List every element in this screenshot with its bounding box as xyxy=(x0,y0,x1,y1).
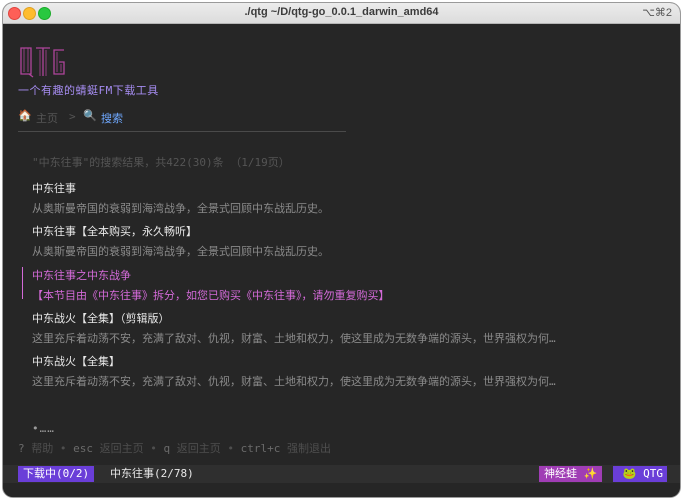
list-item[interactable]: 中东战火【全集】（剪辑版） 这里充斥着动荡不安，充满了敌对、仇视，财富、土地和权… xyxy=(32,310,662,346)
list-item-selected[interactable]: 中东往事之中东战争 【本节目由《中东往事》拆分，如您已购买《中东往事》，请勿重复… xyxy=(32,267,662,303)
app-badge: 🐸 QTG xyxy=(613,466,667,482)
help-label: 强制退出 xyxy=(287,442,331,455)
item-description: 从奥斯曼帝国的衰弱到海湾战争，全景式回顾中东战乱历史。 xyxy=(32,245,329,258)
item-title: 中东战火【全集】 xyxy=(32,355,120,368)
item-title: 中东往事之中东战争 xyxy=(32,269,131,282)
item-title: 中东往事 xyxy=(32,182,76,195)
help-separator: • xyxy=(150,442,157,455)
list-item[interactable]: 中东往事【全本购买，永久畅听】 从奥斯曼帝国的衰弱到海湾战争，全景式回顾中东战乱… xyxy=(32,223,662,259)
terminal-window: ./qtg ~/D/qtg-go_0.0.1_darwin_amd64 ⌥⌘2 … xyxy=(3,3,680,497)
status-bar: 下载中(0/2) 中东往事(2/78) 神经蛙 ✨ 🐸 QTG xyxy=(3,465,680,483)
help-key: ? xyxy=(18,442,25,455)
help-key: ctrl+c xyxy=(240,442,281,455)
item-description: 【本节目由《中东往事》拆分，如您已购买《中东往事》，请勿重复购买】 xyxy=(32,289,390,302)
help-separator: • xyxy=(59,442,67,455)
house-icon: 🏠 xyxy=(18,109,32,122)
app-name: QTG xyxy=(643,467,663,480)
pagination-dots: •…… xyxy=(32,422,55,435)
help-label: 返回主页 xyxy=(99,442,144,455)
help-bar: ? 帮助 • esc 返回主页 • q 返回主页 • ctrl+c 强制退出 xyxy=(18,440,331,456)
item-title: 中东往事【全本购买，永久畅听】 xyxy=(32,225,197,238)
help-key: esc xyxy=(73,442,93,455)
window-title: ./qtg ~/D/qtg-go_0.0.1_darwin_amd64 xyxy=(244,6,439,18)
magnifier-icon: 🔍 xyxy=(83,109,97,122)
download-status-badge[interactable]: 下载中(0/2) xyxy=(18,466,95,482)
item-description: 这里充斥着动荡不安，充满了敌对、仇视，财富、土地和权力，使这里成为无数争端的源头… xyxy=(32,332,556,345)
divider xyxy=(18,131,346,132)
terminal-content[interactable]: 一个有趣的蜻蜓FM下载工具 🏠 主页 > 🔍 搜索 "中东往事"的搜索结果，共4… xyxy=(3,24,680,497)
user-badge: 神经蛙 ✨ xyxy=(539,466,603,482)
frog-icon: 🐸 xyxy=(622,467,644,480)
tagline: 一个有趣的蜻蜓FM下载工具 xyxy=(18,84,159,97)
item-description: 这里充斥着动荡不安，充满了敌对、仇视，财富、土地和权力，使这里成为无数争端的源头… xyxy=(32,375,556,388)
breadcrumb-home[interactable]: 主页 xyxy=(36,110,58,126)
breadcrumb-search[interactable]: 搜索 xyxy=(101,110,123,126)
list-item[interactable]: 中东战火【全集】 这里充斥着动荡不安，充满了敌对、仇视，财富、土地和权力，使这里… xyxy=(32,353,662,389)
breadcrumb-separator: > xyxy=(69,110,76,123)
help-separator: • xyxy=(227,442,234,455)
selection-indicator xyxy=(22,267,23,299)
window-shortcut: ⌥⌘2 xyxy=(642,7,672,19)
current-download: 中东往事(2/78) xyxy=(110,467,194,480)
qtg-logo xyxy=(18,46,68,82)
results-summary: "中东往事"的搜索结果，共422(30)条 （1/19页） xyxy=(32,156,290,169)
title-bar: ./qtg ~/D/qtg-go_0.0.1_darwin_amd64 ⌥⌘2 xyxy=(3,3,680,24)
item-description: 从奥斯曼帝国的衰弱到海湾战争，全景式回顾中东战乱历史。 xyxy=(32,202,329,215)
help-label: 帮助 xyxy=(31,442,54,455)
help-label: 返回主页 xyxy=(176,442,221,455)
help-key: q xyxy=(163,442,171,455)
item-title: 中东战火【全集】（剪辑版） xyxy=(32,312,170,325)
list-item[interactable]: 中东往事 从奥斯曼帝国的衰弱到海湾战争，全景式回顾中东战乱历史。 xyxy=(32,180,662,216)
